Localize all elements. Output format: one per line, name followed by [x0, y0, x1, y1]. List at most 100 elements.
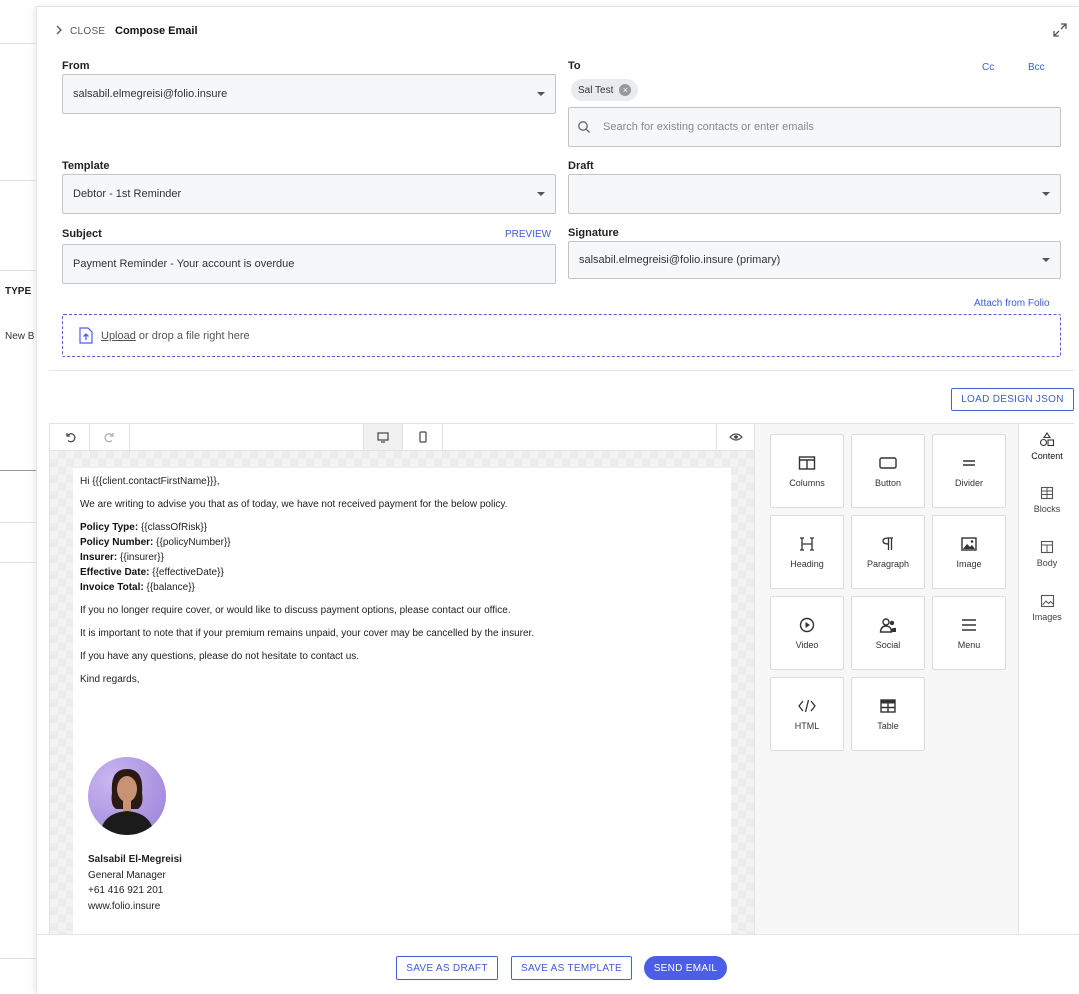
table-cell[interactable]: New B — [5, 331, 34, 342]
from-value: salsabil.elmegreisi@folio.insure — [73, 88, 228, 100]
image-icon — [961, 536, 977, 551]
remove-chip-icon[interactable]: × — [619, 84, 632, 96]
mobile-view-button[interactable] — [403, 424, 443, 450]
editor-canvas: Hi {{{client.contactFirstName}}}, We are… — [50, 451, 754, 935]
content-tools-panel: Columns Button Divider Heading Paragraph… — [754, 424, 1018, 935]
body-icon — [1040, 540, 1054, 554]
video-icon — [799, 617, 815, 632]
policy-line: Invoice Total: {{balance}} — [80, 582, 195, 593]
tool-menu[interactable]: Menu — [932, 596, 1006, 670]
cc-link[interactable]: Cc — [982, 62, 994, 73]
email-paragraph: If you have any questions, please do not… — [80, 651, 360, 662]
table-header-type: TYPE — [5, 286, 32, 297]
draft-label: Draft — [568, 160, 594, 172]
editor-toolbar — [50, 424, 754, 451]
subject-input[interactable]: Payment Reminder - Your account is overd… — [62, 244, 556, 284]
close-button[interactable]: CLOSE — [70, 26, 105, 37]
redo-button[interactable] — [90, 424, 130, 450]
signature-website: www.folio.insure — [88, 900, 161, 912]
load-design-json-button[interactable]: LOAD DESIGN JSON — [951, 388, 1074, 411]
tool-paragraph[interactable]: Paragraph — [851, 515, 925, 589]
signature-name: Salsabil El-Megreisi — [88, 854, 182, 865]
desktop-icon — [377, 431, 389, 443]
tab-content[interactable]: Content — [1019, 432, 1075, 461]
redo-icon — [104, 433, 114, 443]
signature-value: salsabil.elmegreisi@folio.insure (primar… — [579, 254, 781, 266]
template-value: Debtor - 1st Reminder — [73, 188, 182, 200]
tool-table[interactable]: Table — [851, 677, 925, 751]
email-intro: We are writing to advise you that as of … — [80, 499, 508, 510]
signature-select[interactable]: salsabil.elmegreisi@folio.insure (primar… — [568, 241, 1061, 279]
email-closing: Kind regards, — [80, 674, 140, 685]
email-form: From salsabil.elmegreisi@folio.insure To… — [49, 57, 1074, 371]
search-icon — [578, 121, 590, 133]
undo-icon — [65, 433, 75, 443]
to-search-field[interactable]: Search for existing contacts or enter em… — [568, 107, 1061, 147]
signature-block: Salsabil El-Megreisi General Manager +61… — [88, 852, 182, 914]
from-select[interactable]: salsabil.elmegreisi@folio.insure — [62, 74, 556, 114]
preview-button[interactable] — [716, 424, 754, 450]
policy-line: Effective Date: {{effectiveDate}} — [80, 567, 224, 578]
subject-label: Subject — [62, 228, 102, 240]
chevron-right-icon[interactable] — [55, 25, 63, 38]
background-page: TYPE New B — [0, 0, 36, 994]
divider — [0, 958, 36, 959]
template-select[interactable]: Debtor - 1st Reminder — [62, 174, 556, 214]
tool-heading[interactable]: Heading — [770, 515, 844, 589]
send-email-button[interactable]: SEND EMAIL — [644, 956, 727, 980]
mobile-icon — [418, 431, 427, 443]
signature-phone: +61 416 921 201 — [88, 885, 164, 896]
policy-details: Policy Type: {{classOfRisk}} Policy Numb… — [80, 522, 724, 593]
subject-value: Payment Reminder - Your account is overd… — [73, 258, 295, 270]
recipient-chip-label: Sal Test — [578, 84, 614, 96]
footer-bar: SAVE AS DRAFT SAVE AS TEMPLATE SEND EMAI… — [37, 934, 1079, 994]
columns-icon — [798, 455, 816, 470]
eye-icon — [728, 433, 743, 441]
tool-button[interactable]: Button — [851, 434, 925, 508]
save-as-template-button[interactable]: SAVE AS TEMPLATE — [511, 956, 632, 980]
tab-body[interactable]: Body — [1019, 540, 1075, 568]
heading-icon — [800, 536, 814, 551]
compose-email-panel: CLOSE Compose Email From salsabil.elmegr… — [36, 6, 1079, 994]
from-label: From — [62, 60, 90, 72]
email-body[interactable]: Hi {{{client.contactFirstName}}}, We are… — [73, 468, 731, 935]
tool-social[interactable]: Social — [851, 596, 925, 670]
email-paragraph: If you no longer require cover, or would… — [80, 605, 511, 616]
images-icon — [1040, 594, 1054, 608]
table-icon — [880, 698, 896, 713]
divider-icon — [963, 459, 975, 466]
policy-line: Policy Number: {{policyNumber}} — [80, 537, 231, 548]
panel-header: CLOSE Compose Email — [37, 7, 1079, 57]
divider — [0, 522, 36, 523]
expand-icon[interactable] — [1051, 21, 1069, 39]
policy-line: Insurer: {{insurer}} — [80, 552, 164, 563]
upload-link[interactable]: Upload — [101, 330, 136, 342]
code-icon — [798, 699, 816, 712]
attach-from-folio-link[interactable]: Attach from Folio — [974, 298, 1050, 309]
upload-dropzone[interactable]: Upload or drop a file right here — [62, 314, 1061, 357]
to-search-placeholder: Search for existing contacts or enter em… — [603, 121, 814, 133]
email-paragraph: It is important to note that if your pre… — [80, 628, 535, 639]
undo-button[interactable] — [50, 424, 90, 450]
template-label: Template — [62, 160, 110, 172]
menu-icon — [962, 618, 976, 631]
signature-title: General Manager — [88, 869, 166, 881]
signature-label: Signature — [568, 227, 619, 239]
tool-columns[interactable]: Columns — [770, 434, 844, 508]
tool-divider[interactable]: Divider — [932, 434, 1006, 508]
caret-down-icon — [1042, 192, 1050, 196]
tab-blocks[interactable]: Blocks — [1019, 486, 1075, 514]
tool-html[interactable]: HTML — [770, 677, 844, 751]
tab-images[interactable]: Images — [1019, 594, 1075, 622]
save-as-draft-button[interactable]: SAVE AS DRAFT — [396, 956, 498, 980]
divider — [0, 180, 36, 181]
paragraph-icon — [882, 536, 893, 550]
tool-image[interactable]: Image — [932, 515, 1006, 589]
social-icon — [879, 617, 896, 633]
preview-link[interactable]: PREVIEW — [505, 229, 551, 240]
tool-video[interactable]: Video — [770, 596, 844, 670]
bcc-link[interactable]: Bcc — [1028, 62, 1045, 73]
draft-select[interactable] — [568, 174, 1061, 214]
recipient-chip[interactable]: Sal Test × — [571, 79, 639, 101]
desktop-view-button[interactable] — [363, 424, 403, 450]
